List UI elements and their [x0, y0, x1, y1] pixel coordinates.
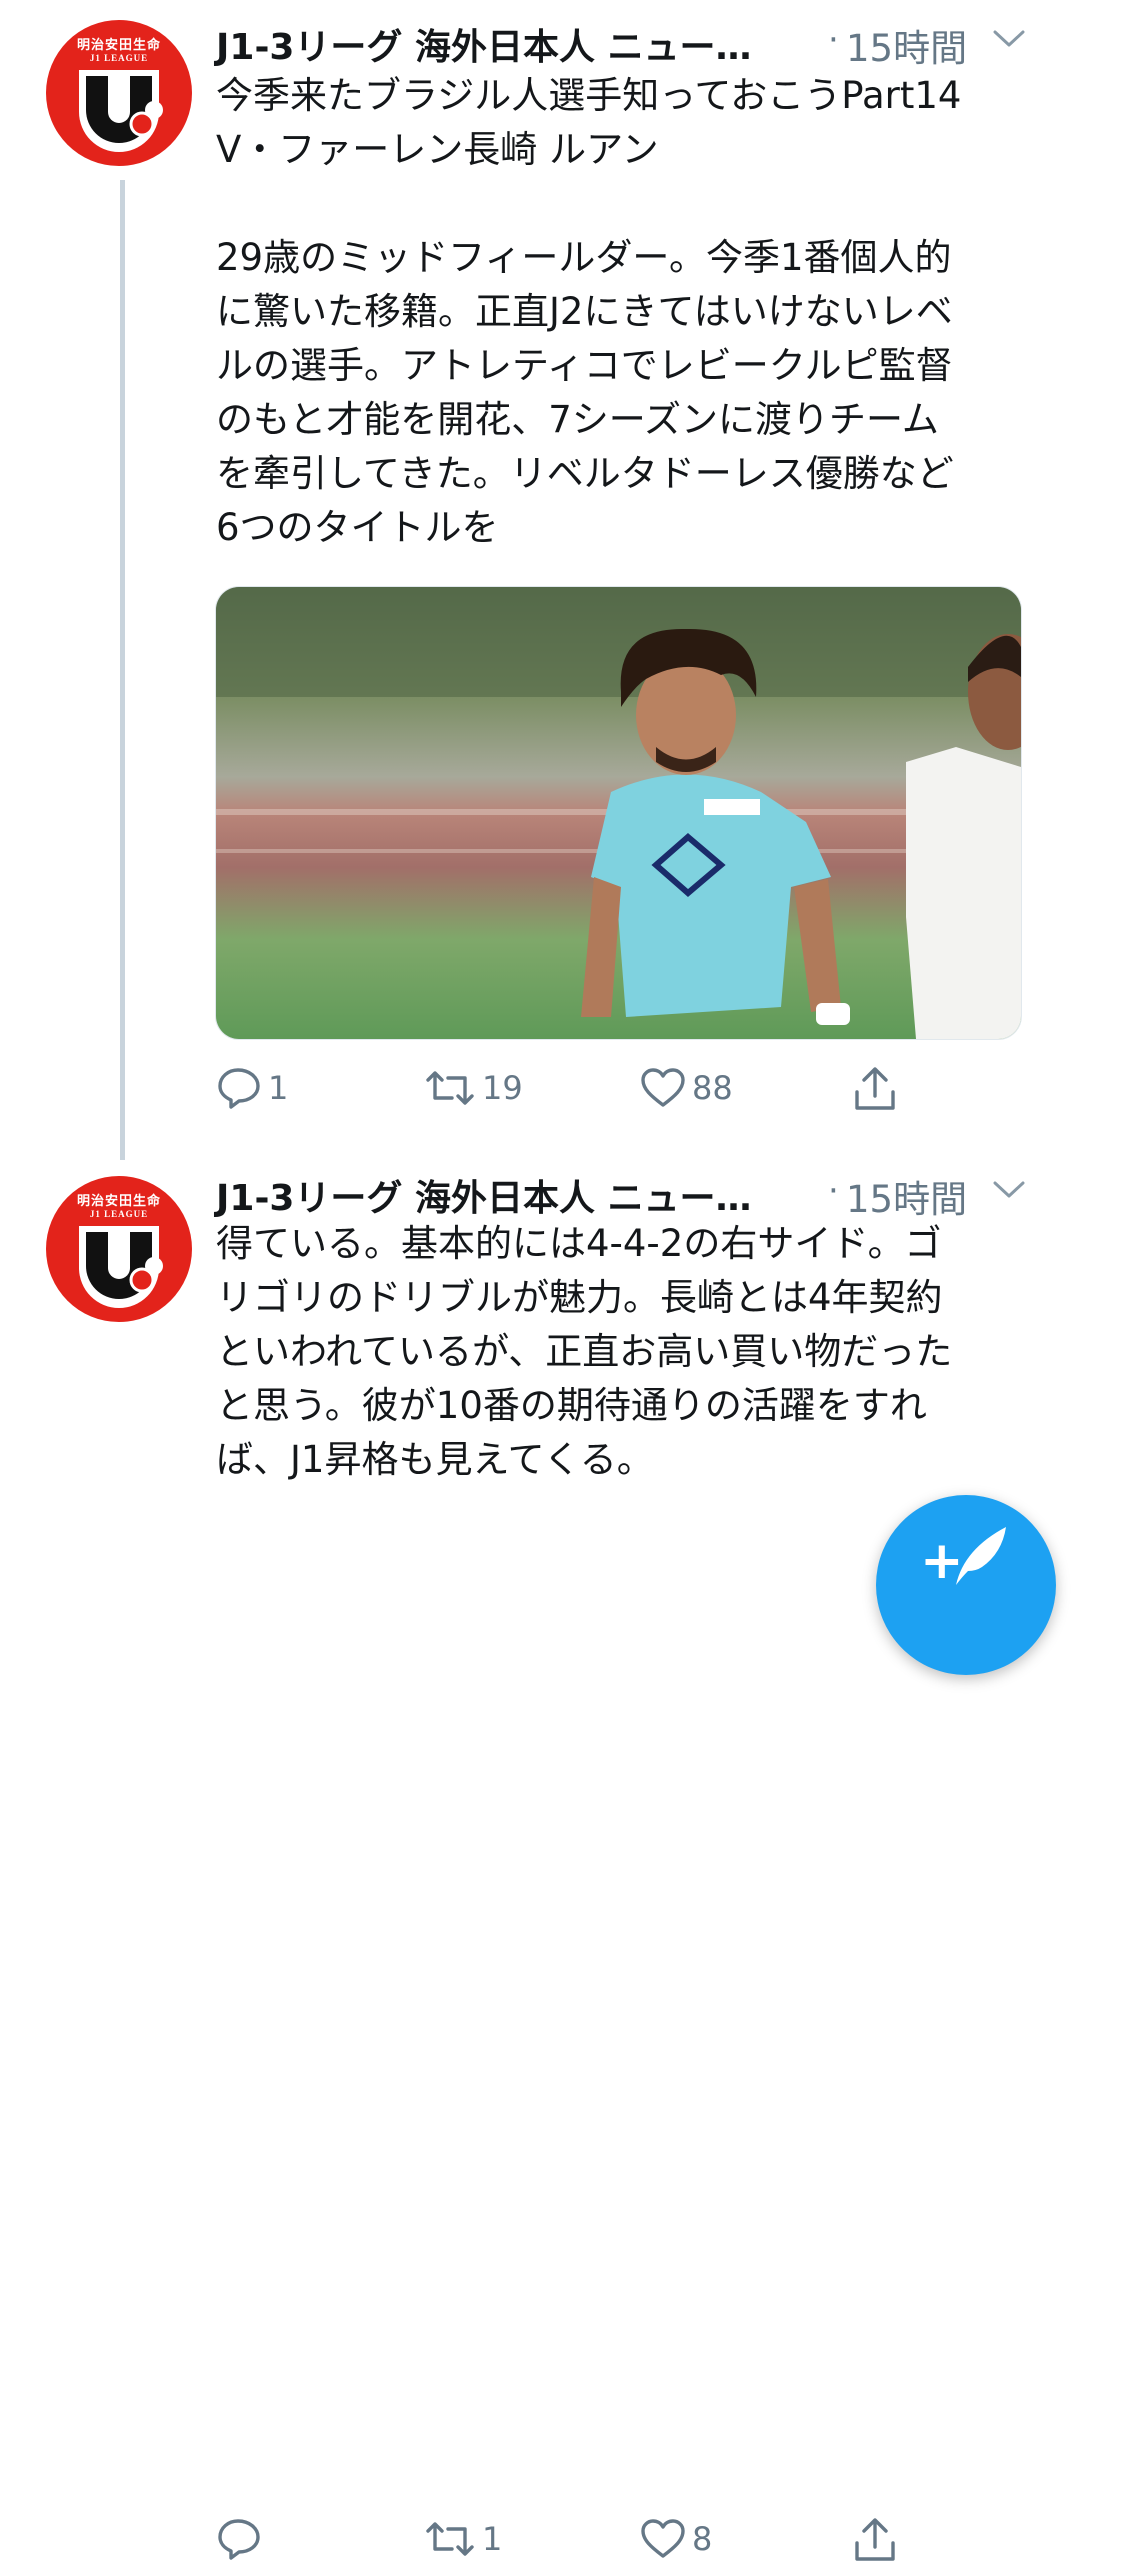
jleague-logo-icon [79, 1226, 163, 1308]
share-button[interactable] [852, 1060, 898, 1116]
tweet-text: 得ている。基本的には4-4-2の右サイド。ゴ リゴリのドリブルが魅力。長崎とは4… [216, 1222, 953, 1481]
like-button[interactable]: 8 [640, 2511, 712, 2567]
retweet-button[interactable]: 19 [424, 1060, 523, 1116]
retweet-count: 19 [482, 1069, 523, 1107]
tweet-photo[interactable] [215, 586, 1022, 1040]
tweet-actions: 1 8 [216, 2511, 1046, 2571]
retweet-count: 1 [482, 2520, 503, 2558]
jleague-logo-icon [79, 70, 163, 152]
reply-button[interactable]: 1 [216, 1060, 288, 1116]
reply-count: 1 [268, 1069, 289, 1107]
tweet-text: 今季来たブラジル人選手知っておこうPart14 V・ファーレン長崎 ルアン 29… [216, 74, 962, 549]
retweet-icon [426, 1071, 474, 1105]
like-button[interactable]: 88 [640, 1060, 733, 1116]
timestamp[interactable]: 15時間 [846, 18, 967, 72]
author-name[interactable]: J1-3リーグ 海外日本人 ニュー… [216, 1169, 752, 1221]
like-count: 88 [692, 1069, 733, 1107]
reply-icon [218, 2519, 260, 2560]
chevron-down-icon[interactable] [992, 28, 1026, 50]
share-icon [855, 1067, 895, 1110]
tweet-header: J1-3リーグ 海外日本人 ニュー… · 15時間 [216, 12, 1046, 72]
share-icon [855, 2518, 895, 2561]
heart-icon [641, 2519, 685, 2558]
share-button[interactable] [852, 2511, 898, 2567]
retweet-icon [426, 2522, 474, 2556]
compose-feather-icon [956, 1527, 1006, 1585]
tweet-header: J1-3リーグ 海外日本人 ニュー… · 15時間 [216, 1163, 1046, 1223]
like-count: 8 [692, 2520, 713, 2558]
timestamp[interactable]: 15時間 [846, 1169, 967, 1223]
player-photo-illustration [216, 587, 1021, 1039]
heart-icon [641, 1068, 685, 1107]
chevron-down-icon[interactable] [992, 1179, 1026, 1201]
author-name[interactable]: J1-3リーグ 海外日本人 ニュー… [216, 18, 752, 70]
retweet-button[interactable]: 1 [424, 2511, 502, 2567]
compose-tweet-button[interactable]: + [876, 1495, 1056, 1675]
header-separator: · [828, 20, 839, 60]
avatar[interactable]: 明治安田生命 J1 LEAGUE [46, 20, 192, 166]
thread-connector-line [120, 180, 125, 1160]
reply-button[interactable] [216, 2511, 268, 2567]
reply-icon [218, 1068, 260, 1109]
avatar[interactable]: 明治安田生命 J1 LEAGUE [46, 1176, 192, 1322]
tweet-actions: 1 19 88 [216, 1060, 1046, 1120]
header-separator: · [828, 1171, 839, 1211]
